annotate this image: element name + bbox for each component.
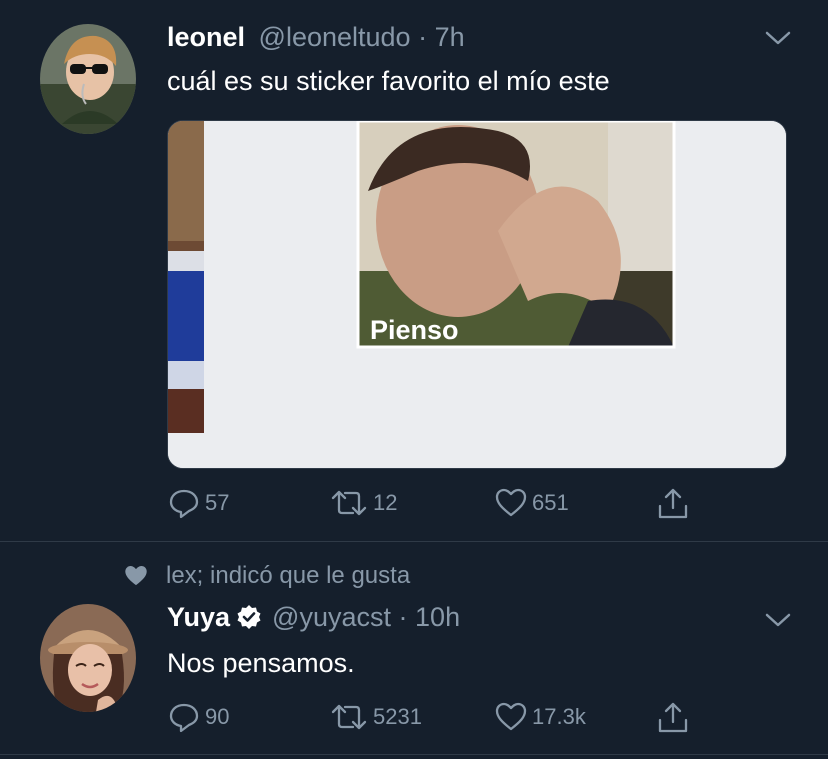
heart-icon xyxy=(495,488,527,517)
retweet-count: 12 xyxy=(373,490,398,515)
timestamp[interactable]: 10h xyxy=(415,602,460,632)
tweet-header: Yuya @yuyacst · 10h xyxy=(167,602,460,633)
separator: · xyxy=(418,22,428,52)
verified-badge-icon xyxy=(237,605,261,629)
tweet-text: Nos pensamos. xyxy=(167,648,355,678)
avatar[interactable] xyxy=(40,24,136,134)
handle[interactable]: @leoneltudo xyxy=(259,22,411,52)
tweet-media[interactable]: Pienso xyxy=(167,120,787,469)
sticker-caption: Pienso xyxy=(370,315,459,345)
like-count: 651 xyxy=(532,490,569,515)
like-count: 17.3k xyxy=(532,704,586,729)
tweet[interactable]: leonel @leoneltudo · 7h cuál es su stick… xyxy=(0,0,828,542)
tweet-header: leonel @leoneltudo · 7h xyxy=(167,22,465,53)
retweet-icon xyxy=(331,704,367,730)
share-button[interactable] xyxy=(655,700,691,736)
avatar[interactable] xyxy=(40,604,136,712)
avatar-image xyxy=(40,24,136,134)
chevron-down-icon[interactable] xyxy=(764,610,792,630)
share-icon xyxy=(658,702,688,733)
reply-icon xyxy=(169,489,199,519)
retweet-button[interactable]: 12 xyxy=(329,486,397,520)
reply-button[interactable]: 90 xyxy=(167,700,229,734)
retweet-count: 5231 xyxy=(373,704,422,729)
tweet-actions: 57 12 651 xyxy=(167,486,707,526)
reply-icon xyxy=(169,703,199,733)
share-icon xyxy=(658,488,688,519)
like-button[interactable]: 17.3k xyxy=(494,700,586,734)
reply-count: 57 xyxy=(205,490,230,515)
avatar-image xyxy=(40,604,136,712)
reply-button[interactable]: 57 xyxy=(167,486,229,520)
sticker-image: Pienso xyxy=(168,121,786,468)
reply-count: 90 xyxy=(205,704,230,729)
heart-icon xyxy=(495,702,527,731)
like-button[interactable]: 651 xyxy=(494,486,569,520)
retweet-button[interactable]: 5231 xyxy=(329,700,422,734)
timestamp[interactable]: 7h xyxy=(435,22,465,52)
separator: · xyxy=(398,602,408,632)
display-name[interactable]: Yuya xyxy=(167,602,230,632)
handle[interactable]: @yuyacst xyxy=(272,602,391,632)
tweet-text: cuál es su sticker favorito el mío este xyxy=(167,66,610,96)
chevron-down-icon[interactable] xyxy=(764,28,792,48)
tweet-actions: 90 5231 17.3k xyxy=(167,700,707,740)
display-name[interactable]: leonel xyxy=(167,22,245,52)
retweet-icon xyxy=(331,490,367,516)
share-button[interactable] xyxy=(655,486,691,522)
